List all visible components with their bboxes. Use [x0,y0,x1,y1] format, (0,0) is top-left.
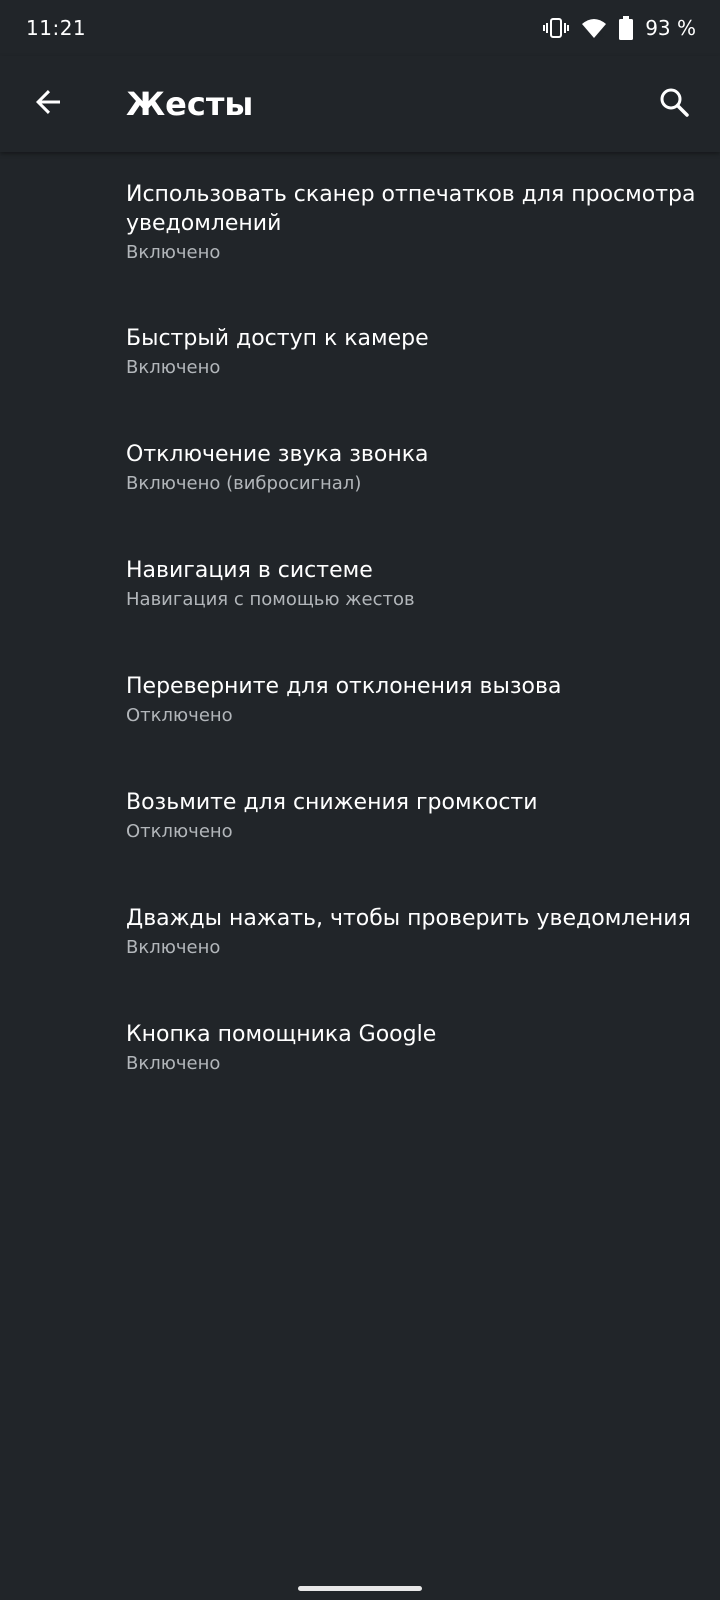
setting-summary: Отключено [126,705,233,726]
page-title: Жесты [126,85,254,123]
svg-text:4: 4 [598,31,604,39]
status-icons: 4 93 % [543,16,696,40]
search-icon [658,86,690,122]
setting-system-navigation[interactable]: Навигация в системе Навигация с помощью … [0,528,720,644]
back-button[interactable] [24,80,72,128]
setting-summary: Отключено [126,821,233,842]
settings-list: Использовать сканер отпечатков для просм… [0,152,720,1108]
setting-summary: Включено (вибросигнал) [126,473,362,494]
arrow-back-icon [32,86,64,122]
setting-summary: Навигация с помощью жестов [126,589,415,610]
app-bar: Жесты [0,56,720,152]
setting-summary: Включено [126,357,221,378]
setting-fingerprint-notifications[interactable]: Использовать сканер отпечатков для просм… [0,152,720,296]
vibrate-icon [543,17,570,39]
setting-title: Переверните для отклонения вызова [126,674,562,699]
wifi-icon: 4 [581,17,607,39]
setting-google-assistant-button[interactable]: Кнопка помощника Google Включено [0,992,720,1108]
battery-percent: 93 % [645,16,696,40]
setting-title: Дважды нажать, чтобы проверить уведомлен… [126,906,691,931]
setting-title: Навигация в системе [126,558,373,583]
setting-summary: Включено [126,937,221,958]
battery-icon [619,16,634,40]
setting-summary: Включено [126,1053,221,1074]
setting-double-tap-notifications[interactable]: Дважды нажать, чтобы проверить уведомлен… [0,876,720,992]
home-indicator[interactable] [298,1586,422,1591]
status-bar: 11:21 4 93 % [0,0,720,56]
search-button[interactable] [650,80,698,128]
setting-mute-ringtone[interactable]: Отключение звука звонка Включено (виброс… [0,412,720,528]
setting-pickup-lower-volume[interactable]: Возьмите для снижения громкости Отключен… [0,760,720,876]
status-time: 11:21 [26,16,87,40]
setting-flip-to-reject[interactable]: Переверните для отклонения вызова Отключ… [0,644,720,760]
setting-title: Быстрый доступ к камере [126,326,429,351]
setting-summary: Включено [126,242,221,263]
setting-quick-camera[interactable]: Быстрый доступ к камере Включено [0,296,720,412]
setting-title: Использовать сканер отпечатков для просм… [126,182,696,236]
setting-title: Возьмите для снижения громкости [126,790,538,815]
setting-title: Кнопка помощника Google [126,1022,437,1047]
setting-title: Отключение звука звонка [126,442,429,467]
